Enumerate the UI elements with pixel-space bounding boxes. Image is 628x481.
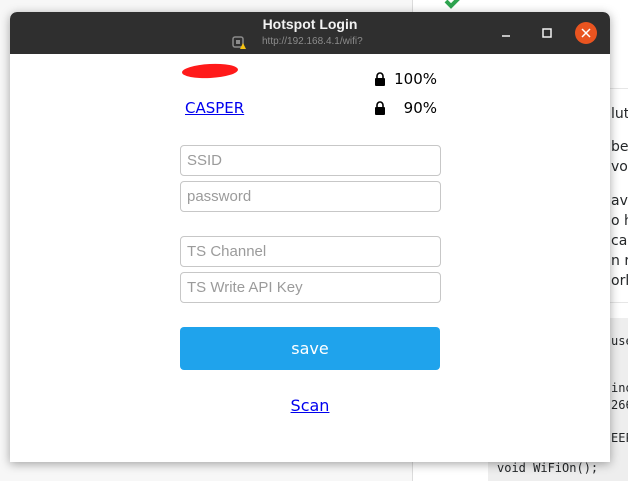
- ssid-input[interactable]: [180, 145, 441, 176]
- background-text-line: be: [611, 139, 628, 155]
- save-button[interactable]: save: [180, 327, 440, 370]
- background-code-line: 266: [611, 398, 628, 412]
- insecure-connection-icon: [232, 34, 246, 49]
- ts-write-api-key-input[interactable]: [180, 272, 441, 303]
- close-icon: [581, 28, 591, 38]
- ts-channel-input[interactable]: [180, 236, 441, 267]
- close-button[interactable]: [575, 22, 597, 44]
- redaction-mark: [181, 62, 239, 80]
- network-signal-quality: 90%: [403, 99, 437, 117]
- url-bar: http://192.168.4.1/wifi?: [232, 34, 363, 49]
- window-title: Hotspot Login: [262, 16, 358, 32]
- hotspot-login-window: Hotspot Login http://192.168.4.1/wifi? 1…: [10, 12, 610, 462]
- network-ssid-link[interactable]: CASPER: [185, 99, 244, 117]
- background-text-line: n re: [611, 253, 628, 269]
- portal-content: 100% CASPER 90% save Scan: [10, 54, 610, 462]
- network-item[interactable]: 100%: [181, 62, 437, 90]
- scan-link-row: Scan: [10, 396, 610, 415]
- background-text-line: cas: [611, 233, 628, 249]
- background-code-line: ino: [611, 381, 628, 395]
- minimize-button[interactable]: [494, 21, 518, 45]
- lock-icon: [375, 101, 385, 115]
- lock-icon: [375, 72, 385, 86]
- background-text-line: ave: [611, 193, 628, 209]
- maximize-button[interactable]: [535, 21, 559, 45]
- background-text-line: o ha: [611, 213, 628, 229]
- background-text-line: vor: [611, 159, 628, 175]
- network-signal-quality: 100%: [394, 70, 437, 88]
- background-text-line: ork: [611, 273, 628, 289]
- minimize-icon: [502, 35, 510, 37]
- url-text: http://192.168.4.1/wifi?: [262, 35, 363, 47]
- background-code-line: EEP: [611, 431, 628, 445]
- scan-link[interactable]: Scan: [291, 396, 330, 415]
- network-item[interactable]: CASPER 90%: [185, 99, 437, 119]
- background-text-line: luti: [611, 106, 628, 122]
- window-titlebar[interactable]: Hotspot Login http://192.168.4.1/wifi?: [10, 12, 610, 54]
- accepted-check-icon: [444, 0, 460, 9]
- background-code-line: void WiFiOn();: [497, 461, 599, 475]
- background-code-line: use: [611, 334, 628, 348]
- password-input[interactable]: [180, 181, 441, 212]
- maximize-icon: [542, 28, 552, 38]
